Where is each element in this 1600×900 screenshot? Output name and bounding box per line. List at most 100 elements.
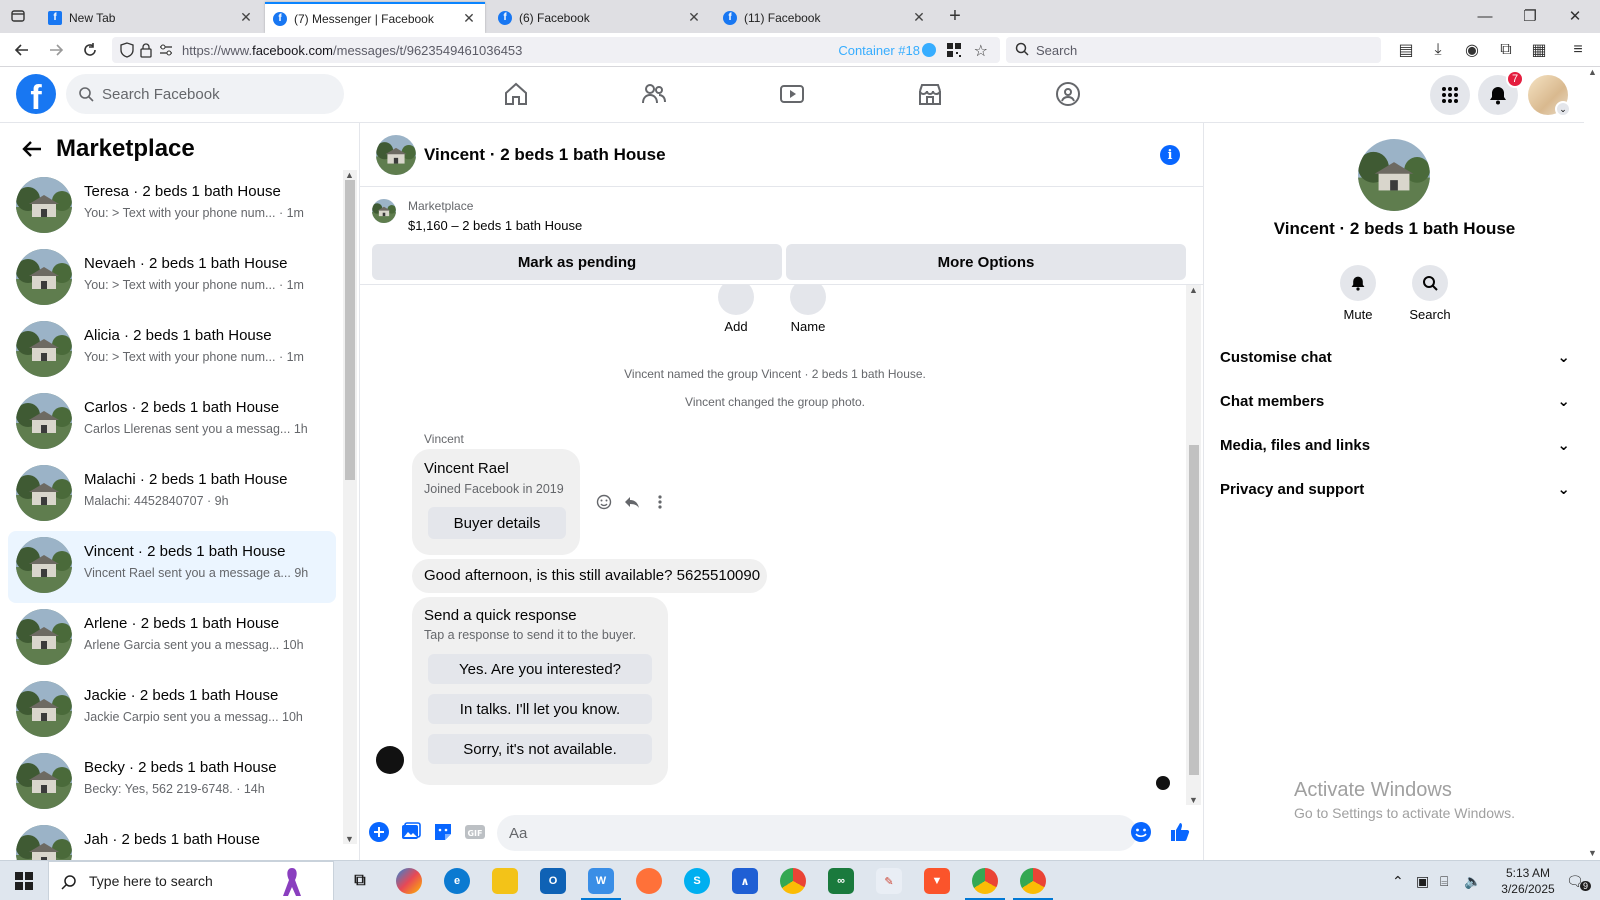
reply-icon[interactable] [622, 492, 642, 512]
scrollbar-thumb[interactable] [345, 180, 355, 480]
privacy-support-row[interactable]: Privacy and support ⌄ [1220, 469, 1570, 509]
clock[interactable]: 5:13 AM 3/26/2025 [1488, 865, 1568, 897]
groups-icon[interactable] [1053, 79, 1083, 109]
chat-members-row[interactable]: Chat members ⌄ [1220, 381, 1570, 421]
reload-icon[interactable] [80, 40, 100, 60]
conversation-item[interactable]: Malachi · 2 beds 1 bath House Malachi: 44… [8, 459, 336, 531]
menu-grid-icon[interactable] [1430, 75, 1470, 115]
chat-photo[interactable] [1358, 139, 1430, 211]
customise-chat-row[interactable]: Customise chat ⌄ [1220, 337, 1570, 377]
copilot-icon[interactable] [396, 868, 422, 894]
scroll-up-icon[interactable]: ▲ [1588, 67, 1597, 77]
scroll-up-icon[interactable]: ▲ [345, 170, 354, 180]
meet-now-icon[interactable]: ▣ [1416, 873, 1429, 890]
close-icon[interactable]: ✕ [686, 9, 702, 26]
chrome-icon[interactable] [780, 868, 806, 894]
sticker-icon[interactable] [432, 821, 454, 843]
container-label[interactable]: Container #18 [838, 43, 920, 58]
sender-avatar[interactable] [376, 746, 404, 774]
brave-icon[interactable]: ▼ [924, 868, 950, 894]
edge-icon[interactable]: e [444, 868, 470, 894]
add-member-action[interactable]: Add [706, 285, 766, 334]
video-icon[interactable] [777, 79, 807, 109]
skype-icon[interactable]: S [684, 868, 710, 894]
mark-as-pending-button[interactable]: Mark as pending [372, 244, 782, 280]
scroll-down-icon[interactable]: ▼ [1588, 848, 1597, 858]
buyer-details-button[interactable]: Buyer details [428, 507, 566, 539]
task-view-icon[interactable]: ⧉ [347, 868, 373, 894]
minimize-icon[interactable]: — [1475, 6, 1495, 26]
listing-thumbnail[interactable] [372, 199, 396, 223]
outlook-icon[interactable]: O [540, 868, 566, 894]
app-arc-icon[interactable]: ∧ [732, 868, 758, 894]
forward-arrow-icon[interactable] [46, 40, 66, 60]
thumbs-up-icon[interactable] [1169, 821, 1191, 843]
notifications-bell-icon[interactable]: 7 [1478, 70, 1524, 115]
emoji-icon[interactable] [1130, 821, 1152, 843]
download-icon[interactable]: ⤓ [1428, 40, 1448, 60]
windows-start-icon[interactable] [0, 861, 48, 900]
conversation-item[interactable]: Jackie · 2 beds 1 bath House Jackie Carpi… [8, 675, 336, 747]
url-bar[interactable]: https://www.facebook.com/messages/t/9623… [112, 37, 1000, 63]
media-files-links-row[interactable]: Media, files and links ⌄ [1220, 425, 1570, 465]
tab-overview-icon[interactable] [8, 6, 28, 26]
home-icon[interactable] [501, 79, 531, 109]
chevron-down-icon[interactable]: ⌄ [1555, 101, 1571, 117]
mute-action[interactable]: Mute [1322, 265, 1394, 322]
back-arrow-icon[interactable] [12, 40, 32, 60]
chat-scrollbar[interactable]: ▲ ▼ [1186, 285, 1201, 805]
facebook-logo-icon[interactable]: f [16, 74, 56, 114]
marketplace-icon[interactable] [915, 79, 945, 109]
extensions-icon[interactable]: ⧉ [1496, 40, 1516, 60]
grid-extension-icon[interactable]: ▦ [1529, 40, 1549, 60]
conversation-item[interactable]: Arlene · 2 beds 1 bath House Arlene Garci… [8, 603, 336, 675]
scroll-down-icon[interactable]: ▼ [1189, 795, 1198, 805]
friends-icon[interactable] [639, 79, 669, 109]
search-action[interactable]: Search [1394, 265, 1466, 322]
chat-avatar[interactable] [376, 135, 416, 175]
permissions-icon[interactable] [158, 42, 174, 61]
qr-code-icon[interactable] [946, 42, 962, 61]
scrollbar-thumb[interactable] [1189, 445, 1199, 775]
conversation-item[interactable]: Teresa · 2 beds 1 bath House You: > Text … [8, 171, 336, 243]
photo-icon[interactable] [400, 821, 422, 843]
browser-search-bar[interactable]: Search [1006, 37, 1381, 63]
quick-response-not-available-button[interactable]: Sorry, it's not available. [428, 734, 652, 764]
conversation-item[interactable]: Becky · 2 beds 1 bath House Becky: Yes, 5… [8, 747, 336, 819]
conversation-item[interactable]: Nevaeh · 2 beds 1 bath House You: > Text … [8, 243, 336, 315]
close-icon[interactable]: ✕ [911, 9, 927, 26]
new-tab-plus-icon[interactable]: + [945, 5, 965, 27]
window-close-icon[interactable]: ✕ [1565, 6, 1585, 26]
page-scrollbar[interactable]: ▲ ▼ [1584, 67, 1600, 860]
plus-circle-icon[interactable] [368, 821, 390, 843]
menu-icon[interactable]: ≡ [1568, 40, 1588, 60]
volume-muted-icon[interactable]: 🔈 [1464, 873, 1481, 890]
tab-new-tab[interactable]: f New Tab ✕ [40, 2, 262, 33]
tab-messenger[interactable]: f (7) Messenger | Facebook ✕ [265, 2, 485, 33]
info-icon[interactable]: i [1160, 145, 1180, 165]
more-vertical-icon[interactable] [650, 492, 670, 512]
conversation-item[interactable]: Alicia · 2 beds 1 bath House You: > Text … [8, 315, 336, 387]
bookmark-star-icon[interactable]: ☆ [974, 41, 988, 61]
conversation-item[interactable]: Carlos · 2 beds 1 bath House Carlos Llere… [8, 387, 336, 459]
close-icon[interactable]: ✕ [238, 9, 254, 26]
reader-view-icon[interactable]: ▤ [1396, 40, 1416, 60]
chat-title[interactable]: Vincent · 2 beds 1 bath House [424, 145, 666, 165]
url-text[interactable]: https://www.facebook.com/messages/t/9623… [182, 43, 522, 58]
app-green-icon[interactable]: ∞ [828, 868, 854, 894]
taskbar-search-input[interactable]: Type here to search [48, 861, 334, 900]
tab-facebook-11[interactable]: f (11) Facebook ✕ [715, 2, 935, 33]
message-bubble[interactable]: Good afternoon, is this still available?… [412, 559, 767, 593]
back-arrow-icon[interactable] [20, 137, 44, 161]
shield-icon[interactable] [120, 42, 134, 61]
tab-facebook-6[interactable]: f (6) Facebook ✕ [490, 2, 710, 33]
active-app-icon[interactable]: W [588, 868, 614, 894]
conversation-item[interactable]: Vincent · 2 beds 1 bath House Vincent Rae… [8, 531, 336, 603]
close-icon[interactable]: ✕ [461, 10, 477, 27]
app-tool-icon[interactable]: ✎ [876, 868, 902, 894]
scroll-down-icon[interactable]: ▼ [345, 834, 354, 844]
name-group-action[interactable]: Name [778, 285, 838, 334]
gif-icon[interactable]: GIF [464, 821, 486, 843]
chrome-profile-r-icon[interactable] [1020, 868, 1046, 894]
react-emoji-icon[interactable] [594, 492, 614, 512]
